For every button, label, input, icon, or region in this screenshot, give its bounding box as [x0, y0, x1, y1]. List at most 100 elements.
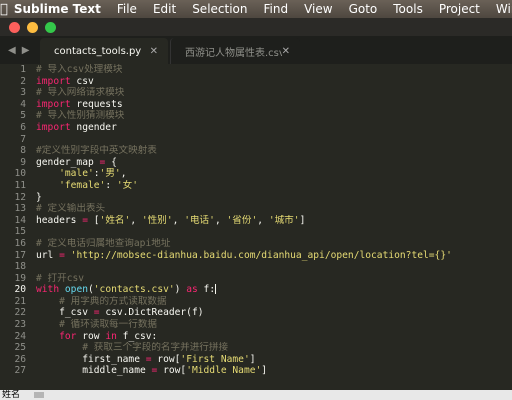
line-number: 26	[14, 353, 26, 365]
bottom-label: 姓名	[2, 390, 21, 400]
line-number: 21	[14, 295, 26, 307]
code-text: # 导入性别猜测模块	[36, 110, 125, 122]
menu-selection[interactable]: Selection	[184, 0, 255, 18]
tab-label: contacts_tools.py	[54, 45, 142, 57]
code-line[interactable]: 16 # 定义电话归属地查询api地址	[0, 238, 512, 250]
code-line[interactable]: 5 # 导入性别猜测模块	[0, 110, 512, 122]
code-editor[interactable]: 1 # 导入csv处理模块 2 import csv 3 # 导入网络请求模块 4 impor…	[0, 64, 512, 390]
code-text: middle_name = row['Middle Name']	[36, 365, 268, 377]
line-number: 15	[14, 226, 26, 238]
menu-goto[interactable]: Goto	[341, 0, 386, 18]
code-line[interactable]: 22 f_csv = csv.DictReader(f)	[0, 307, 512, 319]
code-text: gender_map = {	[36, 156, 117, 168]
code-text: headers = ['姓名', '性别', '电话', '省份', '城市']	[36, 214, 306, 226]
tab-close-icon[interactable]: ✕	[150, 46, 158, 57]
code-text: 'male':'男',	[59, 168, 127, 180]
code-text: import ngender	[36, 121, 117, 133]
code-text: }	[36, 191, 42, 203]
code-line[interactable]: 3 # 导入网络请求模块	[0, 87, 512, 99]
code-line[interactable]: 4 import requests	[0, 99, 512, 111]
bottom-panel: 姓名	[0, 390, 512, 400]
line-number: 16	[14, 237, 26, 249]
line-number: 5	[20, 110, 26, 122]
line-number: 20	[14, 284, 26, 296]
code-line[interactable]: 8 #定义性别字段中英文映射表	[0, 145, 512, 157]
tab-navigation: ◀ ▶	[0, 36, 40, 64]
line-number: 10	[14, 168, 26, 180]
line-number: 17	[14, 249, 26, 261]
line-number: 13	[14, 203, 26, 215]
line-number: 18	[14, 261, 26, 273]
tab-prev-icon[interactable]: ◀	[8, 45, 16, 56]
code-text: # 打开csv	[36, 272, 85, 284]
code-line[interactable]: 23 # 循环读取每一行数据	[0, 319, 512, 331]
code-line[interactable]: 19 # 打开csv	[0, 273, 512, 285]
line-number: 25	[14, 342, 26, 354]
line-number: 9	[20, 156, 26, 168]
tab-contacts-tools[interactable]: contacts_tools.py ✕	[40, 38, 168, 64]
line-number: 8	[20, 145, 26, 157]
code-line[interactable]: 10 'male':'男',	[0, 168, 512, 180]
code-line[interactable]: 20 with open('contacts.csv') as f:	[0, 284, 512, 296]
code-text: import requests	[36, 98, 123, 110]
close-window-button[interactable]	[9, 21, 20, 33]
code-text: import csv	[36, 75, 94, 87]
tab-next-icon[interactable]: ▶	[22, 45, 30, 56]
code-text: #定义性别字段中英文映射表	[36, 145, 157, 157]
code-line[interactable]: 6 import ngender	[0, 122, 512, 134]
code-text: # 定义输出表头	[36, 203, 106, 215]
code-line[interactable]: 21 # 用字典的方式读取数据	[0, 296, 512, 308]
code-line[interactable]: 26 first_name = row['First Name']	[0, 354, 512, 366]
horizontal-scrollbar[interactable]	[34, 392, 44, 398]
code-text: first_name = row['First Name']	[36, 353, 256, 365]
code-line[interactable]: 7	[0, 134, 512, 146]
line-number: 2	[20, 75, 26, 87]
code-line[interactable]: 13 # 定义输出表头	[0, 203, 512, 215]
code-line[interactable]: 2 import csv	[0, 76, 512, 88]
tab-bar: ◀ ▶ contacts_tools.py ✕ 西游记人物属性表.csv ✕	[0, 36, 512, 64]
code-line[interactable]: 9 gender_map = {	[0, 157, 512, 169]
code-line[interactable]: 14 headers = ['姓名', '性别', '电话', '省份', '城市…	[0, 215, 512, 227]
code-text: with open('contacts.csv') as f:	[36, 284, 217, 296]
code-line[interactable]: 11 'female': '女'	[0, 180, 512, 192]
tab-close-icon[interactable]: ✕	[282, 46, 290, 57]
code-line[interactable]: 15	[0, 226, 512, 238]
code-text: f_csv = csv.DictReader(f)	[36, 307, 204, 319]
line-number: 6	[20, 121, 26, 133]
code-line[interactable]: 1 # 导入csv处理模块	[0, 64, 512, 76]
line-number: 19	[14, 272, 26, 284]
menu-find[interactable]: Find	[256, 0, 297, 18]
line-number: 24	[14, 330, 26, 342]
zoom-window-button[interactable]	[45, 21, 56, 33]
line-number: 23	[14, 319, 26, 331]
line-number: 22	[14, 307, 26, 319]
menu-file[interactable]: File	[109, 0, 145, 18]
code-line[interactable]: 18	[0, 261, 512, 273]
code-text: # 导入csv处理模块	[36, 64, 123, 75]
menu-bar:  Sublime Text File Edit Selection Find …	[0, 0, 512, 18]
menu-edit[interactable]: Edit	[145, 0, 184, 18]
menu-tools[interactable]: Tools	[385, 0, 431, 18]
code-text: url = 'http://mobsec-dianhua.baidu.com/d…	[36, 249, 452, 261]
code-line[interactable]: 25 # 获取三个字段的名字并进行拼接	[0, 342, 512, 354]
menu-app-name[interactable]: Sublime Text	[8, 0, 109, 18]
line-number: 12	[14, 191, 26, 203]
menu-project[interactable]: Project	[431, 0, 488, 18]
code-line[interactable]: 27 middle_name = row['Middle Name']	[0, 365, 512, 377]
apple-icon[interactable]: 	[0, 2, 8, 17]
minimize-window-button[interactable]	[27, 21, 38, 33]
line-number: 11	[14, 179, 26, 191]
code-line[interactable]: 24 for row in f_csv:	[0, 331, 512, 343]
code-line[interactable]: 12}	[0, 192, 512, 204]
tab-csv-file[interactable]: 西游记人物属性表.csv ✕	[170, 38, 300, 64]
code-text: 'female': '女'	[59, 179, 139, 191]
code-text: # 导入网络请求模块	[36, 87, 125, 99]
line-number: 27	[14, 365, 26, 377]
menu-window[interactable]: Window	[488, 0, 512, 18]
line-number: 3	[20, 87, 26, 99]
menu-view[interactable]: View	[296, 0, 340, 18]
code-line[interactable]: 17 url = 'http://mobsec-dianhua.baidu.com…	[0, 250, 512, 262]
